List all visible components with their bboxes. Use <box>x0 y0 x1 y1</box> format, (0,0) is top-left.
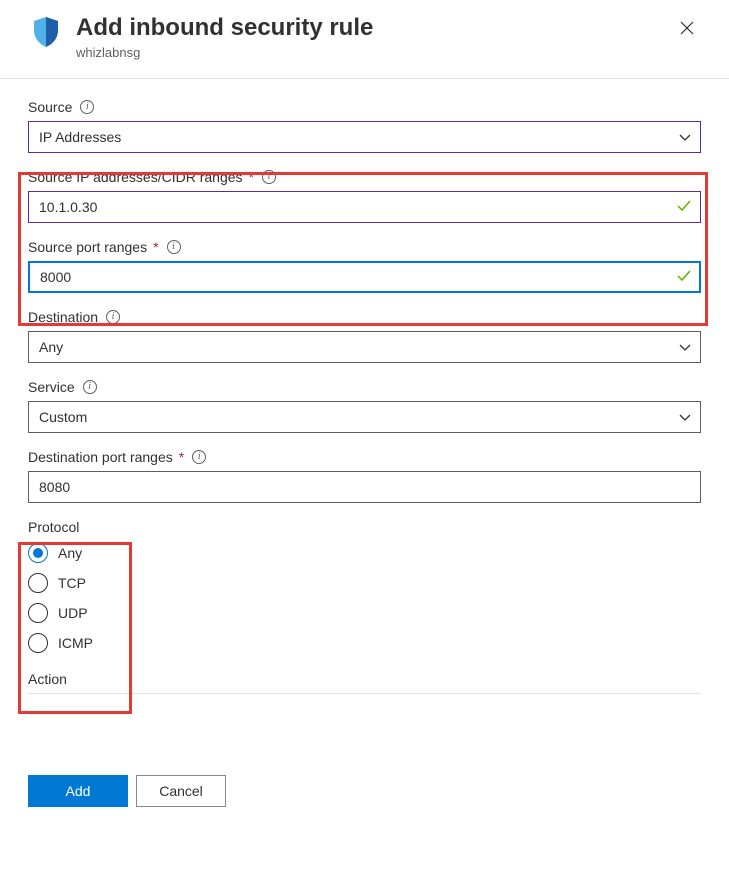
source-port-input[interactable] <box>28 261 701 293</box>
required-indicator: * <box>153 239 158 255</box>
close-button[interactable] <box>673 14 701 42</box>
required-indicator: * <box>179 449 184 465</box>
info-icon[interactable]: i <box>167 240 181 254</box>
source-ip-input[interactable] <box>28 191 701 223</box>
protocol-radio-tcp[interactable]: TCP <box>28 573 701 593</box>
source-field-group: Source i IP Addresses <box>28 99 701 153</box>
radio-label: UDP <box>58 605 88 621</box>
info-icon[interactable]: i <box>106 310 120 324</box>
info-icon[interactable]: i <box>83 380 97 394</box>
destination-label: Destination <box>28 309 98 325</box>
protocol-radio-icmp[interactable]: ICMP <box>28 633 701 653</box>
close-icon <box>680 21 694 35</box>
protocol-label: Protocol <box>28 519 79 535</box>
divider <box>28 693 701 694</box>
dest-port-label: Destination port ranges <box>28 449 173 465</box>
radio-icon <box>28 633 48 653</box>
source-port-field-group: Source port ranges * i <box>28 239 701 293</box>
add-button[interactable]: Add <box>28 775 128 807</box>
panel-header: Add inbound security rule whizlabnsg <box>0 0 729 79</box>
protocol-radio-any[interactable]: Any <box>28 543 701 563</box>
protocol-radio-udp[interactable]: UDP <box>28 603 701 623</box>
source-port-label: Source port ranges <box>28 239 147 255</box>
source-label: Source <box>28 99 72 115</box>
radio-label: ICMP <box>58 635 93 651</box>
source-ip-field-group: Source IP addresses/CIDR ranges * i <box>28 169 701 223</box>
panel-footer: Add Cancel <box>0 759 729 823</box>
radio-label: Any <box>58 545 82 561</box>
info-icon[interactable]: i <box>80 100 94 114</box>
action-field-group: Action <box>28 671 701 694</box>
info-icon[interactable]: i <box>192 450 206 464</box>
radio-icon <box>28 573 48 593</box>
source-select[interactable]: IP Addresses <box>28 121 701 153</box>
dest-port-input[interactable] <box>28 471 701 503</box>
service-label: Service <box>28 379 75 395</box>
required-indicator: * <box>249 169 254 185</box>
radio-label: TCP <box>58 575 86 591</box>
source-ip-label: Source IP addresses/CIDR ranges <box>28 169 243 185</box>
destination-select[interactable]: Any <box>28 331 701 363</box>
service-field-group: Service i Custom <box>28 379 701 433</box>
cancel-button[interactable]: Cancel <box>136 775 226 807</box>
action-label: Action <box>28 671 67 687</box>
protocol-field-group: Protocol Any TCP UDP ICMP <box>28 519 701 653</box>
service-select[interactable]: Custom <box>28 401 701 433</box>
page-subtitle: whizlabnsg <box>76 45 673 60</box>
destination-field-group: Destination i Any <box>28 309 701 363</box>
info-icon[interactable]: i <box>262 170 276 184</box>
page-title: Add inbound security rule <box>76 14 673 43</box>
dest-port-field-group: Destination port ranges * i <box>28 449 701 503</box>
radio-icon <box>28 603 48 623</box>
radio-icon-selected <box>28 543 48 563</box>
shield-icon <box>28 14 64 50</box>
